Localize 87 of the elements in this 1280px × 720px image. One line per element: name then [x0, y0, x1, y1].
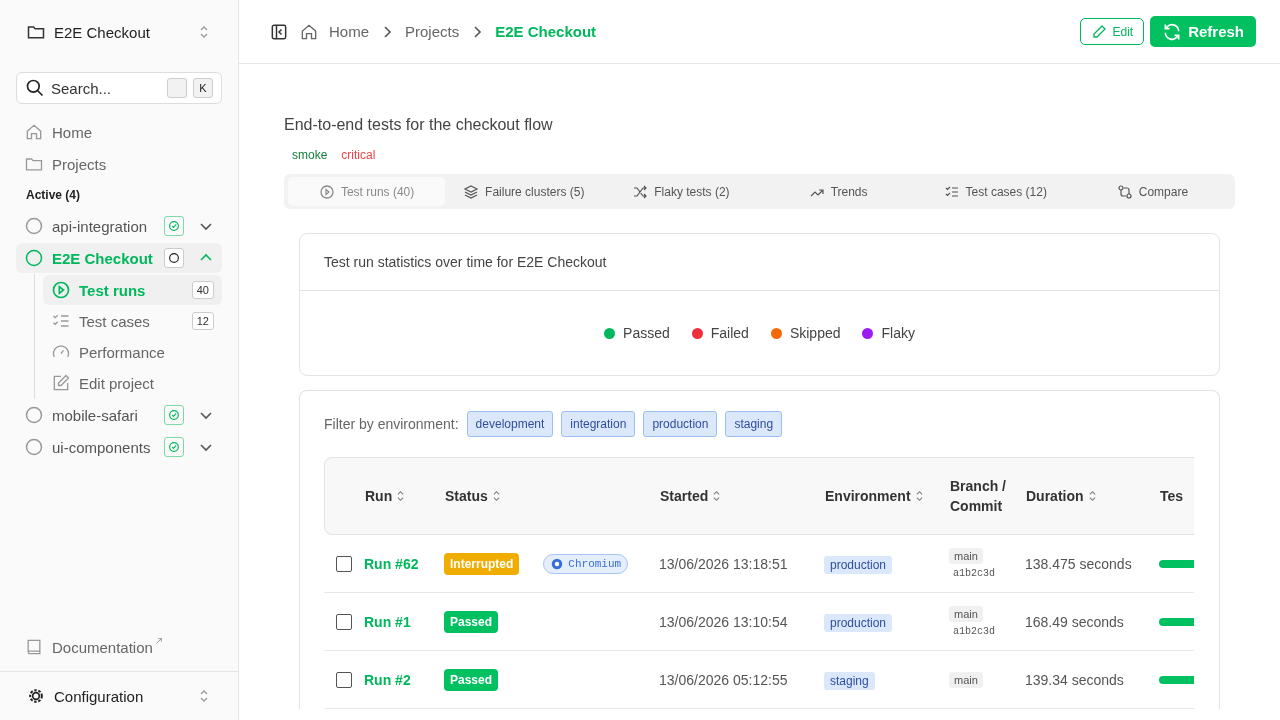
- tab[interactable]: Flaky tests (2): [602, 174, 760, 209]
- table-cell-text: 13/06/2026 13:18:51: [659, 555, 789, 572]
- breadcrumb-link[interactable]: Home: [329, 23, 369, 40]
- environment-badge: production: [824, 613, 893, 632]
- branch-badge: main: [949, 606, 983, 622]
- sort-icon[interactable]: [914, 490, 924, 502]
- environment-filter-chip[interactable]: integration: [561, 411, 636, 437]
- status-circle-icon: [24, 216, 44, 236]
- row-checkbox[interactable]: [336, 613, 352, 630]
- table-cell-text: 13/06/2026 05:12:55: [659, 671, 789, 688]
- workspace-name[interactable]: E2E Checkout: [54, 23, 188, 41]
- column-header[interactable]: Status: [445, 488, 660, 504]
- play-circle-icon: [51, 280, 71, 300]
- tab[interactable]: Failure clusters (5): [445, 174, 603, 209]
- search-field[interactable]: Search... K: [16, 72, 222, 104]
- shuffle-icon: [632, 183, 649, 200]
- environment-filter-chip[interactable]: development: [466, 411, 554, 437]
- legend-label: Failed: [710, 325, 749, 341]
- documentation-link[interactable]: Documentation: [16, 623, 222, 671]
- column-header[interactable]: Branch / Commit: [950, 476, 1010, 516]
- commit-hash: a1b2c3d: [952, 626, 995, 637]
- column-header[interactable]: Started: [660, 488, 825, 504]
- tab[interactable]: Trends: [759, 174, 917, 209]
- filter-label: Filter by environment:: [324, 416, 459, 432]
- legend-label: Passed: [623, 325, 670, 341]
- sub-nav-item[interactable]: Performance: [43, 337, 222, 367]
- key-cap: [167, 78, 187, 98]
- environment-badge: staging: [824, 671, 875, 690]
- project-item[interactable]: api-integration: [16, 211, 222, 241]
- tab[interactable]: Test cases (12): [916, 174, 1074, 209]
- sort-icon[interactable]: [396, 490, 406, 502]
- table-cell-text: 13/06/2026 13:10:54: [659, 613, 789, 630]
- sub-nav-item[interactable]: Test cases 12: [43, 306, 222, 336]
- status-badge: Interrupted: [444, 552, 520, 575]
- project-description: End-to-end tests for the checkout flow: [284, 116, 554, 134]
- column-header[interactable]: Duration: [1026, 488, 1160, 504]
- nav-item[interactable]: Projects: [16, 148, 222, 180]
- branch-badge: main: [949, 671, 983, 688]
- status-circle-icon: [24, 248, 44, 268]
- browser-badge: Chromium: [543, 553, 629, 574]
- project-item[interactable]: ui-components: [16, 432, 222, 462]
- column-header[interactable]: Tes: [1160, 488, 1190, 504]
- project-item[interactable]: mobile-safari: [16, 400, 222, 430]
- sub-nav-item[interactable]: Test runs 40: [43, 275, 222, 305]
- layers-icon: [463, 183, 480, 200]
- section-heading: Active (4): [25, 187, 82, 204]
- commit-hash: a1b2c3d: [952, 568, 995, 579]
- external-link-icon: [154, 637, 163, 645]
- legend-label: Skipped: [789, 325, 841, 341]
- sort-icon[interactable]: [1087, 490, 1097, 502]
- nav-item[interactable]: Home: [16, 116, 222, 148]
- sort-icon[interactable]: [491, 490, 501, 502]
- tab[interactable]: Compare: [1073, 174, 1232, 209]
- environment-badge: production: [824, 555, 893, 574]
- chart-title: Test run statistics over time for E2E Checkout: [300, 234, 1219, 291]
- gear-icon: [26, 686, 46, 706]
- edit-icon: [51, 373, 71, 393]
- play-circle-icon: [318, 183, 335, 200]
- status-badge: Passed: [444, 610, 499, 633]
- search-icon: [25, 78, 45, 98]
- column-header[interactable]: Environment: [825, 488, 950, 504]
- breadcrumb-link[interactable]: Projects: [405, 23, 460, 40]
- status-badge: Passed: [444, 668, 499, 691]
- home-icon: [24, 122, 44, 142]
- row-checkbox[interactable]: [336, 671, 352, 688]
- configuration-menu[interactable]: Configuration: [0, 671, 238, 720]
- compare-icon: [1116, 183, 1133, 200]
- table-cell-text: 139.34 seconds: [1025, 671, 1125, 688]
- count-badge: 40: [191, 281, 214, 299]
- sort-icon[interactable]: [712, 490, 722, 502]
- pencil-icon: [1091, 23, 1108, 40]
- status-circle-icon: [24, 437, 44, 457]
- row-checkbox[interactable]: [336, 555, 352, 572]
- tag: critical: [341, 148, 376, 162]
- refresh-icon: [1162, 21, 1183, 42]
- legend-label: Flaky: [881, 325, 915, 341]
- count-badge: 12: [191, 312, 214, 330]
- key-cap: K: [193, 78, 213, 98]
- environment-filter-chip[interactable]: production: [643, 411, 718, 437]
- branch-badge: main: [949, 548, 983, 564]
- tag: smoke: [292, 148, 328, 162]
- sub-nav-item[interactable]: Edit project: [43, 368, 222, 398]
- table-cell-text: 168.49 seconds: [1025, 613, 1125, 630]
- table-cell-text: 138.475 seconds: [1025, 555, 1133, 572]
- status-circle-icon: [24, 405, 44, 425]
- environment-filter-chip[interactable]: staging: [725, 411, 783, 437]
- column-header[interactable]: Run: [365, 488, 445, 504]
